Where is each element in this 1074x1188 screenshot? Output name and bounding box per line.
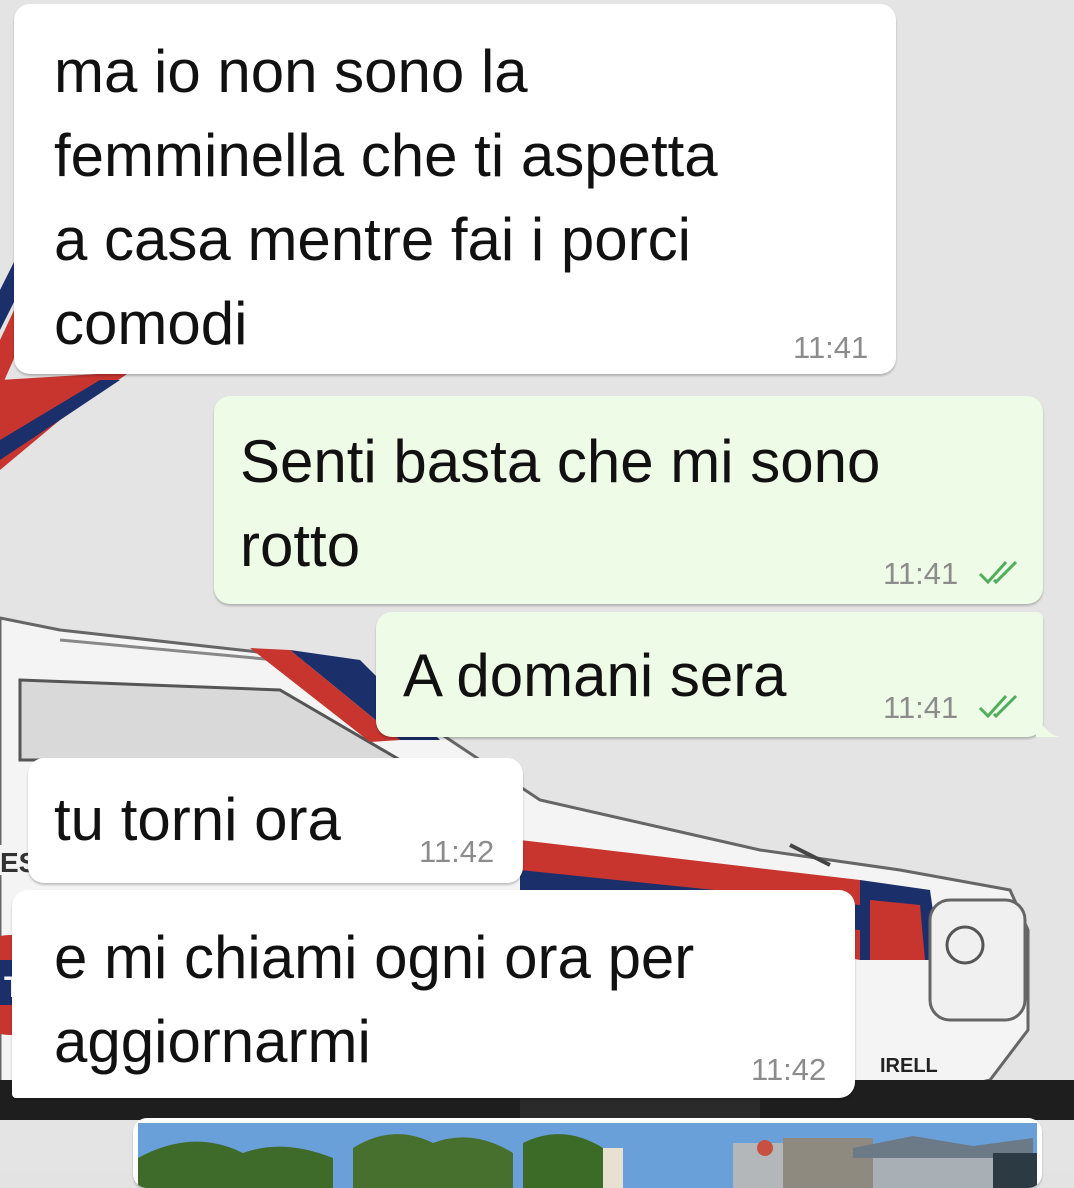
svg-text:IRELL: IRELL <box>880 1055 938 1077</box>
message-text: Senti basta che mi sono rotto <box>240 428 881 579</box>
message-text: tu torni ora <box>54 786 341 853</box>
message-text: ma io non sono la femminella che ti aspe… <box>54 38 718 357</box>
photo-message[interactable] <box>133 1118 1042 1188</box>
message-bubble-incoming[interactable]: ma io non sono la femminella che ti aspe… <box>14 4 896 374</box>
message-timestamp: 11:42 <box>419 834 495 869</box>
message-timestamp: 11:42 <box>751 1052 827 1087</box>
message-timestamp: 11:41 <box>883 690 959 725</box>
bubble-tail <box>1036 712 1060 737</box>
read-receipt-icon <box>978 560 1018 585</box>
message-bubble-incoming[interactable]: e mi chiami ogni ora per aggiornarmi 11:… <box>12 890 855 1098</box>
photo-thumbnail <box>138 1123 1037 1188</box>
message-text: A domani sera <box>403 642 787 709</box>
message-timestamp: 11:41 <box>883 556 959 591</box>
message-text: e mi chiami ogni ora per aggiornarmi <box>54 924 695 1075</box>
message-bubble-outgoing[interactable]: Senti basta che mi sono rotto 11:41 <box>214 396 1043 604</box>
read-receipt-icon <box>978 694 1018 719</box>
message-bubble-incoming[interactable]: tu torni ora 11:42 <box>28 758 523 883</box>
message-bubble-outgoing[interactable]: A domani sera 11:41 <box>376 612 1043 737</box>
message-timestamp: 11:41 <box>793 330 869 365</box>
